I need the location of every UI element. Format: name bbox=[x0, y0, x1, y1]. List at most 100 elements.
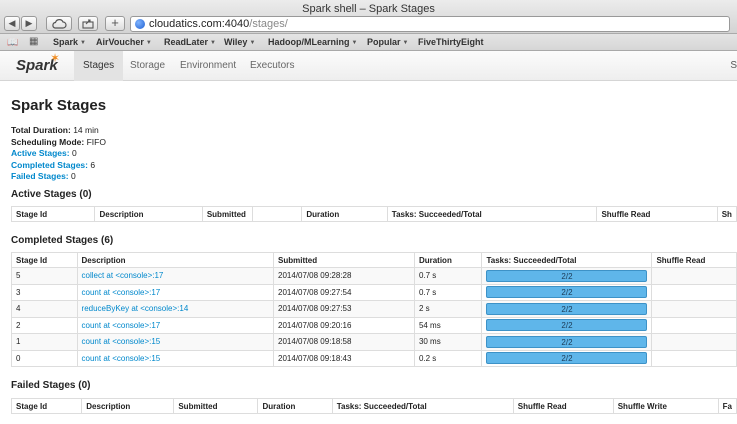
column-header[interactable]: Duration bbox=[257, 398, 333, 414]
url-text: cloudatics.com:4040/stages/ bbox=[149, 18, 288, 30]
stage-tasks: 2/2 bbox=[481, 316, 653, 334]
spark-star-icon: ✶ bbox=[50, 51, 61, 65]
stage-description: count at <console>:17 bbox=[76, 283, 275, 301]
active-stages-table: Stage Id Description Submitted Duration … bbox=[10, 206, 737, 222]
summary-value: 14 min bbox=[73, 125, 99, 135]
column-header[interactable]: Stage Id bbox=[11, 252, 78, 268]
column-header[interactable]: Tasks: Succeeded/Total bbox=[331, 398, 514, 414]
column-header[interactable]: Shuffle Write bbox=[612, 398, 719, 414]
stage-description-link[interactable]: count at <console>:15 bbox=[82, 337, 161, 346]
stage-id: 1 bbox=[11, 333, 78, 351]
bookmark-fivethirtyeight[interactable]: FiveThirtyEight bbox=[418, 37, 484, 47]
icloud-tabs-button[interactable] bbox=[46, 16, 72, 31]
chevron-down-icon: ▼ bbox=[351, 40, 358, 46]
tab-storage[interactable]: Storage bbox=[121, 51, 174, 81]
column-header[interactable]: Submitted bbox=[273, 252, 415, 268]
new-tab-button[interactable]: + bbox=[105, 16, 125, 31]
chevron-down-icon: ▼ bbox=[402, 40, 409, 46]
bookmark-label: Spark bbox=[53, 37, 79, 47]
stage-description-link[interactable]: count at <console>:17 bbox=[82, 288, 161, 297]
stage-tasks: 2/2 bbox=[481, 267, 653, 285]
stage-shuffle-read bbox=[651, 283, 737, 301]
column-header[interactable]: Fa bbox=[717, 398, 737, 414]
completed-stages-link[interactable]: Completed Stages: bbox=[11, 160, 88, 170]
share-button[interactable] bbox=[78, 16, 98, 31]
stage-description-link[interactable]: count at <console>:17 bbox=[82, 321, 161, 330]
column-header[interactable]: Shuffle Read bbox=[596, 206, 718, 222]
summary-scheduling-mode: Scheduling Mode: FIFO bbox=[11, 137, 106, 149]
column-header[interactable]: Description bbox=[94, 206, 203, 222]
column-header[interactable]: Stage Id bbox=[10, 398, 83, 414]
column-header[interactable] bbox=[251, 206, 303, 222]
tasks-progress-text: 2/2 bbox=[561, 271, 573, 281]
stage-shuffle-read bbox=[651, 300, 737, 318]
table-row: 1 count at <console>:15 2014/07/08 09:18… bbox=[11, 333, 737, 351]
bookmark-readlater[interactable]: ReadLater ▼ bbox=[164, 37, 216, 47]
column-header[interactable]: Duration bbox=[413, 252, 483, 268]
tab-stages[interactable]: Stages bbox=[74, 51, 124, 81]
column-header[interactable]: Sh bbox=[716, 206, 737, 222]
stage-description-link[interactable]: reduceByKey at <console>:14 bbox=[82, 304, 189, 313]
stage-description-link[interactable]: count at <console>:15 bbox=[82, 354, 161, 363]
stage-id: 3 bbox=[11, 283, 78, 301]
stage-submitted: 2014/07/08 09:27:54 bbox=[273, 283, 415, 301]
back-arrow-icon: ◀ bbox=[8, 18, 16, 28]
active-stages-link[interactable]: Active Stages: bbox=[11, 148, 70, 158]
summary-value: 6 bbox=[90, 159, 96, 170]
back-button[interactable]: ◀ bbox=[4, 16, 20, 31]
stage-description: count at <console>:15 bbox=[76, 349, 275, 367]
spark-navbar: Spark ✶ Stages Storage Environment Execu… bbox=[0, 51, 737, 81]
summary-value: FIFO bbox=[86, 136, 106, 147]
stage-submitted: 2014/07/08 09:20:16 bbox=[273, 316, 415, 334]
failed-stages-link[interactable]: Failed Stages: bbox=[11, 171, 69, 181]
bookmark-label: Wiley bbox=[224, 37, 248, 47]
top-sites-grid-icon[interactable]: ▦ bbox=[29, 36, 38, 47]
globe-icon bbox=[135, 19, 145, 29]
stage-duration: 0.2 s bbox=[413, 349, 483, 367]
column-header[interactable]: Tasks: Succeeded/Total bbox=[386, 206, 598, 222]
stage-description: collect at <console>:17 bbox=[76, 267, 275, 285]
column-header[interactable]: Submitted bbox=[201, 206, 253, 222]
bookmark-hadoop-mlearning[interactable]: Hadoop/MLearning ▼ bbox=[268, 37, 357, 47]
column-header[interactable]: Description bbox=[76, 252, 275, 268]
column-header[interactable]: Tasks: Succeeded/Total bbox=[481, 252, 653, 268]
column-header[interactable]: Shuffle Read bbox=[651, 252, 737, 268]
table-header-row: Stage Id Description Submitted Duration … bbox=[10, 398, 737, 414]
forward-button[interactable]: ▶ bbox=[21, 16, 37, 31]
share-icon bbox=[82, 19, 94, 29]
column-header[interactable]: Submitted bbox=[173, 398, 259, 414]
stage-shuffle-read bbox=[651, 267, 737, 285]
bookmark-label: FiveThirtyEight bbox=[418, 37, 484, 47]
bookmark-wiley[interactable]: Wiley ▼ bbox=[224, 37, 255, 47]
stage-tasks: 2/2 bbox=[481, 349, 653, 367]
tab-environment[interactable]: Environment bbox=[171, 51, 245, 81]
bookmark-spark[interactable]: Spark ▼ bbox=[53, 37, 86, 47]
tasks-progress-bar: 2/2 bbox=[486, 302, 648, 315]
summary-completed-stages: Completed Stages: 6 bbox=[11, 160, 106, 172]
address-bar[interactable]: cloudatics.com:4040/stages/ bbox=[130, 16, 730, 32]
bookmark-airvoucher[interactable]: AirVoucher ▼ bbox=[96, 37, 152, 47]
window-title: Spark shell – Spark Stages bbox=[302, 3, 435, 15]
table-header-row: Stage Id Description Submitted Duration … bbox=[10, 206, 737, 222]
bookmark-popular[interactable]: Popular ▼ bbox=[367, 37, 408, 47]
stage-id: 2 bbox=[11, 316, 78, 334]
table-header-row: Stage Id Description Submitted Duration … bbox=[11, 252, 737, 268]
tasks-progress-text: 2/2 bbox=[561, 321, 573, 331]
summary-list: Total Duration: 14 min Scheduling Mode: … bbox=[11, 125, 106, 183]
column-header[interactable]: Duration bbox=[301, 206, 388, 222]
column-header[interactable]: Description bbox=[81, 398, 175, 414]
summary-total-duration: Total Duration: 14 min bbox=[11, 125, 106, 137]
tasks-progress-bar: 2/2 bbox=[486, 319, 648, 332]
stage-shuffle-read bbox=[651, 333, 737, 351]
table-row: 5 collect at <console>:17 2014/07/08 09:… bbox=[11, 267, 737, 285]
bookmark-label: Hadoop/MLearning bbox=[268, 37, 350, 47]
stage-id: 0 bbox=[11, 349, 78, 367]
tab-executors[interactable]: Executors bbox=[241, 51, 303, 81]
stage-duration: 30 ms bbox=[413, 333, 483, 351]
stage-description-link[interactable]: collect at <console>:17 bbox=[82, 271, 164, 280]
stage-submitted: 2014/07/08 09:18:58 bbox=[273, 333, 415, 351]
column-header[interactable]: Shuffle Read bbox=[512, 398, 614, 414]
completed-stages-heading: Completed Stages (6) bbox=[11, 235, 114, 246]
reading-list-icon[interactable]: 📖 bbox=[7, 37, 18, 48]
column-header[interactable]: Stage Id bbox=[10, 206, 96, 222]
